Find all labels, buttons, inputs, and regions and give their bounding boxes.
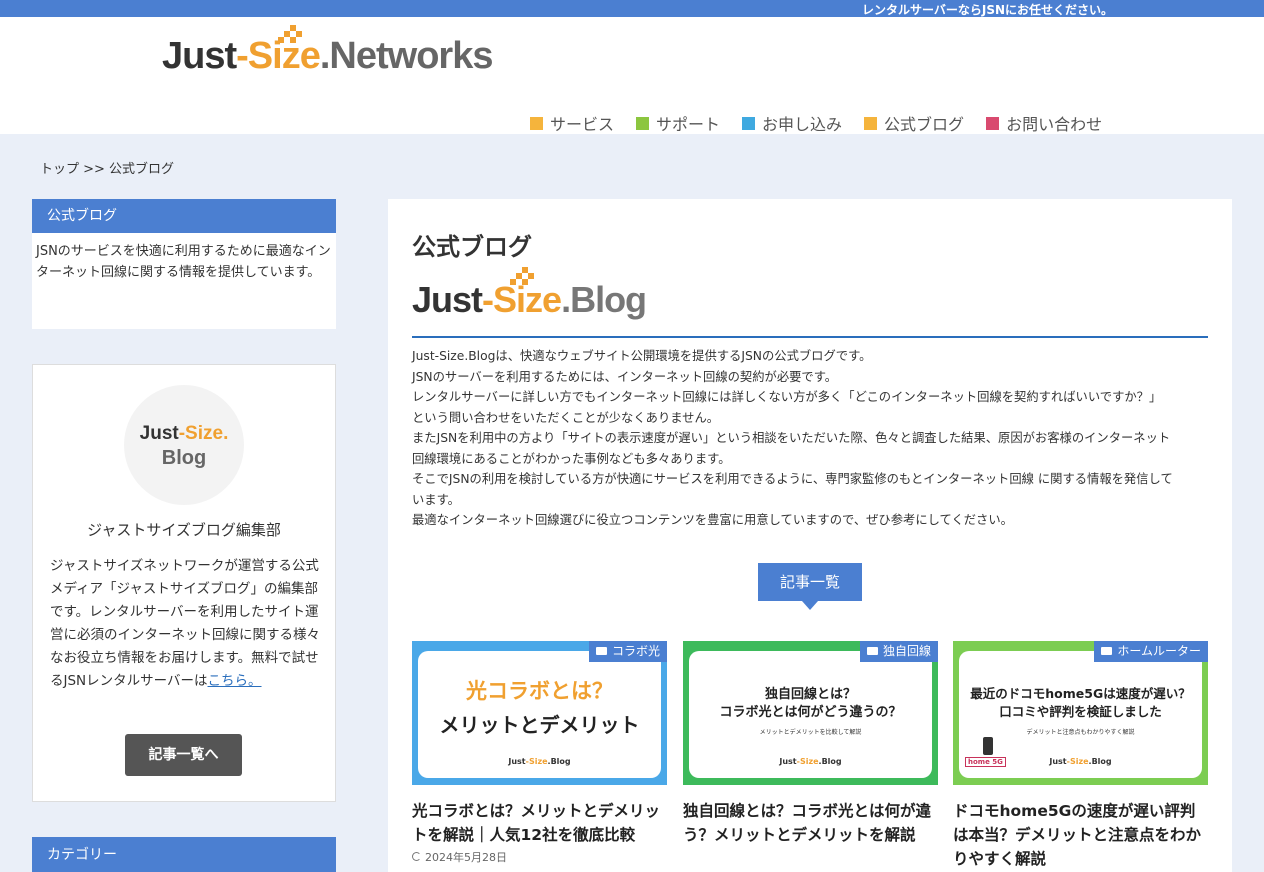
category-tag-label: ホームルーター <box>1117 644 1201 658</box>
brand-just: Just <box>508 757 526 766</box>
article-list-heading: 記事一覧 <box>758 563 862 610</box>
brand-size: -Size <box>525 757 548 766</box>
thumbnail-headline: 独自回線とは？ <box>764 687 856 702</box>
sidebar-about-text: JSNのサービスを快適に利用するために最適なインターネット回線に関する情報を提供… <box>36 244 331 280</box>
sidebar-about-box: 公式ブログ JSNのサービスを快適に利用するために最適なインターネット回線に関す… <box>32 199 336 329</box>
page-title: 公式ブログ <box>412 233 532 261</box>
blog-logo-just: Just <box>412 279 483 320</box>
article-card[interactable]: コラボ光 光コラボとは？ メリットとデメリット Just-Size.Blog 光… <box>412 641 667 865</box>
article-thumbnail[interactable]: 独自回線 独自回線とは？ コラボ光とは何がどう違うの？ メリットとデメリットを比… <box>683 641 938 785</box>
logo-dots-icon <box>278 25 302 45</box>
brand-blog: .Blog <box>547 757 571 766</box>
brand-size: -Size <box>1066 757 1089 766</box>
brand-just: Just <box>1049 757 1067 766</box>
square-icon <box>636 116 650 130</box>
nav-item-service[interactable]: サービス <box>530 111 614 135</box>
top-announcement-text: レンタルサーバーならJSNにお任せください。 <box>862 3 1114 17</box>
profile-link[interactable]: こちら。 <box>208 673 262 689</box>
category-tag-label: 独自回線 <box>882 644 931 658</box>
category-tag[interactable]: コラボ光 <box>588 641 667 662</box>
article-card[interactable]: 独自回線 独自回線とは？ コラボ光とは何がどう違うの？ メリットとデメリットを比… <box>683 641 938 847</box>
nav-item-label: 公式ブログ <box>884 115 965 134</box>
thumbnail-subheadline: コラボ光とは何がどう違うの？ <box>719 705 902 720</box>
blog-logo-dots-icon <box>510 267 534 287</box>
nav-item-label: お申し込み <box>762 115 843 134</box>
brand-size: -Size <box>796 757 819 766</box>
intro-text: Just-Size.Blogは、快適なウェブサイト公開環境を提供するJSNの公式… <box>412 346 1212 531</box>
avatar-text-just: Just <box>139 423 179 444</box>
article-thumbnail[interactable]: ホームルーター 最近のドコモhome5Gは速度が遅い？ 口コミや評判を検証しまし… <box>953 641 1208 785</box>
brand-blog: .Blog <box>1088 757 1112 766</box>
logo-text-networks: .Networks <box>319 35 494 77</box>
top-announcement-bar: レンタルサーバーならJSNにお任せください。 <box>0 0 1264 17</box>
category-tag[interactable]: ホームルーター <box>1094 641 1208 662</box>
folder-icon <box>595 647 607 655</box>
logo-text-just: Just <box>162 35 237 77</box>
profile-name: ジャストサイズブログ編集部 <box>87 521 281 539</box>
square-icon <box>530 116 543 130</box>
square-icon <box>864 116 878 130</box>
intro-line: います。 <box>412 492 460 507</box>
article-thumbnail[interactable]: コラボ光 光コラボとは？ メリットとデメリット Just-Size.Blog <box>412 641 667 785</box>
category-tag-label: コラボ光 <box>611 644 660 658</box>
nav-item-contact[interactable]: お問い合わせ <box>986 111 1102 135</box>
sidebar-about-title: 公式ブログ <box>32 199 336 233</box>
thumbnail-caption: デメリットと注意点もわかりやすく解説 <box>1026 729 1135 736</box>
article-card[interactable]: ホームルーター 最近のドコモhome5Gは速度が遅い？ 口コミや評判を検証しまし… <box>953 641 1208 871</box>
avatar-line1: Just-Size. <box>134 423 234 445</box>
global-nav: サービス サポート お申し込み 公式ブログ お問い合わせ <box>530 111 1102 135</box>
avatar-line2: Blog <box>161 447 207 469</box>
thumbnail-brand: Just-Size.Blog <box>418 757 661 766</box>
site-header: Just-Size.Networks サービス サポート お申し込み 公式ブログ… <box>0 17 1264 134</box>
avatar-text-size: -Size. <box>178 423 229 444</box>
square-icon <box>986 116 1000 130</box>
title-divider <box>412 336 1208 338</box>
article-title[interactable]: 独自回線とは？コラボ光とは何が違う？メリットとデメリットを解説 <box>683 799 938 847</box>
nav-item-blog[interactable]: 公式ブログ <box>864 111 964 135</box>
thumbnail-subheadline: メリットとデメリット <box>439 713 640 737</box>
article-title[interactable]: ドコモhome5Gの速度が遅い評判は本当？デメリットと注意点をわかりやすく解説 <box>953 799 1208 871</box>
blog-logo: Just-Size.Blog <box>412 267 647 321</box>
intro-line: またJSNを利用中の方より「サイトの表示速度が遅い」という相談をいただいた際、色… <box>412 431 1171 445</box>
category-tag[interactable]: 独自回線 <box>859 641 938 662</box>
profile-avatar: Just-Size. Blog <box>124 385 244 505</box>
thumbnail-headline: 最近のドコモhome5Gは速度が遅い？ <box>970 686 1191 701</box>
blog-logo-blog: .Blog <box>561 279 647 320</box>
article-list-button[interactable]: 記事一覧へ <box>125 734 242 776</box>
intro-line: JSNのサーバーを利用するためには、インターネット回線の契約が必要です。 <box>412 369 838 384</box>
nav-item-label: サービス <box>550 115 615 134</box>
intro-line: という問い合わせをいただくことが少なくありません。 <box>412 410 720 425</box>
profile-description-text: ジャストサイズネットワークが運営する公式メディア「ジャストサイズブログ」の編集部… <box>50 558 320 689</box>
article-title[interactable]: 光コラボとは？メリットとデメリットを解説｜人気12社を徹底比較 <box>412 799 667 847</box>
thumbnail-brand: Just-Size.Blog <box>959 757 1202 766</box>
router-device-icon <box>983 737 993 755</box>
nav-item-support[interactable]: サポート <box>636 111 720 135</box>
intro-line: レンタルサーバーに詳しい方でもインターネット回線には詳しくない方が多く「どこのイ… <box>412 390 1162 404</box>
intro-line: 最適なインターネット回線選びに役立つコンテンツを豊富に用意していますので、ぜひ参… <box>412 513 1013 527</box>
intro-line: 回線環境にあることがわかった事例なども多々あります。 <box>412 451 731 466</box>
sidebar-category-title: カテゴリー <box>32 837 336 872</box>
intro-line: そこでJSNの利用を検討している方が快適にサービスを利用できるように、専門家監修… <box>412 472 1173 486</box>
nav-item-apply[interactable]: お申し込み <box>742 111 842 135</box>
folder-icon <box>866 647 878 655</box>
square-icon <box>742 116 756 130</box>
site-logo[interactable]: Just-Size.Networks <box>162 25 494 78</box>
breadcrumb[interactable]: トップ >> 公式ブログ <box>40 158 174 177</box>
folder-icon <box>1101 647 1113 655</box>
main-content: 公式ブログ Just-Size.Blog Just-Size.Blogは、快適な… <box>388 199 1232 872</box>
thumbnail-headline: 光コラボとは？ <box>466 679 613 703</box>
brand-blog: .Blog <box>818 757 842 766</box>
profile-description: ジャストサイズネットワークが運営する公式メディア「ジャストサイズブログ」の編集部… <box>50 555 322 693</box>
sidebar-profile-box: Just-Size. Blog ジャストサイズブログ編集部 ジャストサイズネット… <box>32 364 336 802</box>
thumbnail-subheadline: 口コミや評判を検証しました <box>999 704 1162 719</box>
article-date: 2024年5月28日 <box>412 849 667 865</box>
thumbnail-caption: メリットとデメリットを比較して解説 <box>759 729 862 736</box>
nav-item-label: サポート <box>656 115 721 134</box>
brand-just: Just <box>779 757 797 766</box>
article-date-text: 2024年5月28日 <box>425 851 507 864</box>
thumbnail-brand: Just-Size.Blog <box>689 757 932 766</box>
intro-line: Just-Size.Blogは、快適なウェブサイト公開環境を提供するJSNの公式… <box>412 349 872 363</box>
refresh-icon <box>412 852 421 861</box>
nav-item-label: お問い合わせ <box>1006 115 1103 134</box>
